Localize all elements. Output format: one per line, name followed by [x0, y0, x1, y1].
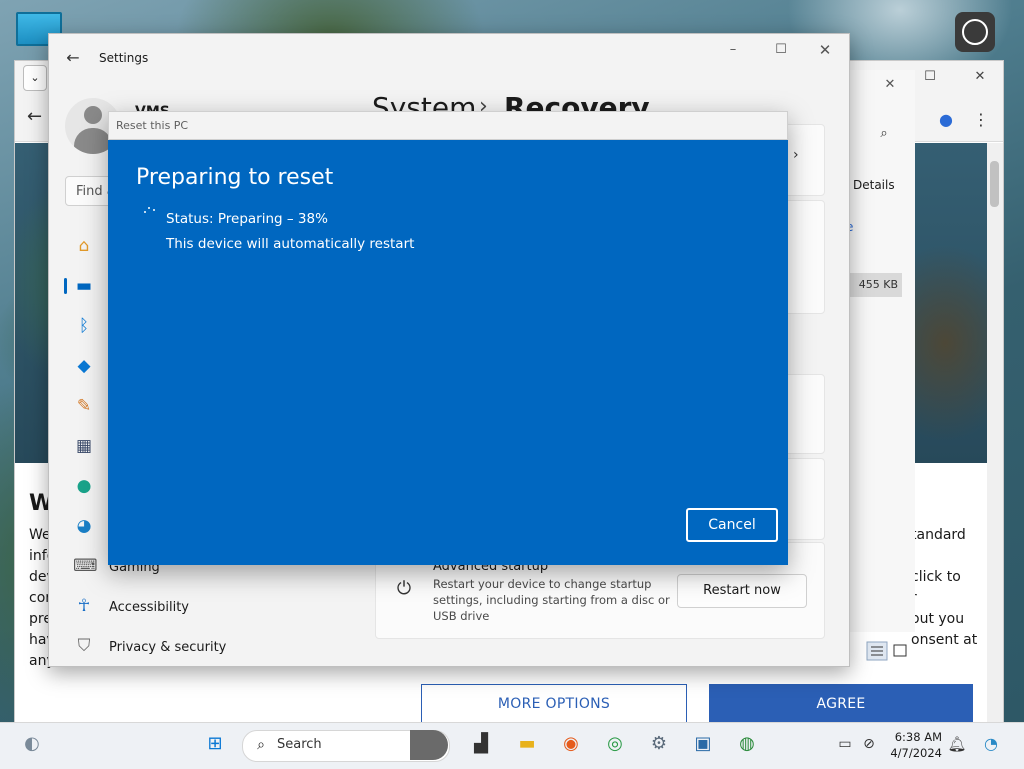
cancel-button[interactable]: Cancel — [686, 508, 778, 542]
more-options-button[interactable]: MORE OPTIONS — [421, 684, 687, 724]
advanced-startup-description: settings, including starting from a disc… — [433, 593, 670, 607]
bluetooth-icon[interactable]: ᛒ — [73, 315, 95, 337]
sidebar-item-privacy-security[interactable]: Privacy & security — [109, 640, 226, 655]
notification-bell-icon[interactable]: 🔔︎ — [944, 731, 970, 757]
chrome-icon[interactable]: ◎ — [602, 731, 628, 757]
firefox-icon[interactable]: ◉ — [558, 731, 584, 757]
search-icon[interactable]: ⌕ — [252, 735, 270, 755]
advanced-startup-description: USB drive — [433, 609, 490, 623]
advanced-startup-description: Restart your device to change startup — [433, 577, 652, 591]
home-icon[interactable]: ⌂ — [73, 235, 95, 257]
restart-note-text: This device will automatically restart — [166, 236, 415, 252]
brush-icon[interactable]: ✎ — [73, 395, 95, 417]
page-scrollbar-thumb[interactable] — [990, 161, 999, 207]
consent-text-fragment: out you — [911, 611, 965, 627]
dialog-title: Reset this PC — [116, 119, 189, 132]
accessibility-icon[interactable]: ☥ — [73, 595, 95, 617]
consent-text-fragment: tandard — [911, 527, 966, 543]
file-window — [848, 70, 915, 632]
restart-now-button[interactable]: Restart now — [677, 574, 807, 608]
wifi-icon[interactable]: ◆ — [73, 355, 95, 377]
browser-close-icon[interactable]: ✕ — [970, 67, 990, 87]
accessibility-overlay-icon[interactable] — [955, 12, 995, 52]
file-window-search-icon[interactable]: ⌕ — [874, 124, 894, 144]
consent-text-fragment: onsent at — [911, 632, 978, 648]
settings-window-title: Settings — [99, 51, 149, 65]
reset-status-text: Status: Preparing – 38% — [166, 211, 328, 227]
nav-selection-indicator — [64, 278, 67, 294]
file-window-details-label[interactable]: Details — [853, 178, 895, 192]
network-icon[interactable]: ▭ — [832, 731, 858, 757]
volume-muted-icon[interactable]: ⊘ — [856, 731, 882, 757]
page-scrollbar[interactable] — [987, 143, 1003, 723]
browser-profile-icon[interactable]: ● — [935, 109, 957, 131]
system-icon[interactable]: ▬ — [73, 275, 95, 297]
browser-maximize-icon[interactable]: ☐ — [920, 67, 940, 87]
globe-app-icon[interactable]: ◍ — [734, 731, 760, 757]
browser-more-icon[interactable]: ⋮ — [973, 109, 989, 131]
dialog-heading: Preparing to reset — [136, 165, 334, 190]
consent-text-fragment: click to — [911, 569, 961, 585]
loading-spinner-icon — [144, 207, 156, 219]
start-windows-icon[interactable]: ⊞ — [202, 731, 228, 757]
dialog-titlebar — [108, 111, 788, 140]
chevron-right-icon[interactable]: › — [793, 146, 807, 164]
taskbar-time[interactable]: 6:38 AM — [890, 730, 942, 744]
taskbar-search-label[interactable]: Search — [277, 737, 322, 752]
search-highlight-image[interactable] — [410, 730, 448, 760]
advanced-startup-icon: ⏻ — [396, 578, 412, 599]
task-view-icon[interactable]: ▟ — [468, 731, 494, 757]
taskbar-date[interactable]: 4/7/2024 — [886, 746, 942, 760]
browser-tab-menu-chevron-icon[interactable]: ⌄ — [23, 65, 47, 91]
list-view-icon[interactable] — [866, 641, 910, 661]
photos-app-icon[interactable]: ▣ — [690, 731, 716, 757]
close-icon[interactable]: ✕ — [815, 40, 835, 60]
sidebar-item-accessibility[interactable]: Accessibility — [109, 600, 189, 615]
globe-clock-icon[interactable]: ◕ — [73, 515, 95, 537]
minimize-icon[interactable]: – — [723, 40, 743, 60]
maximize-icon[interactable]: ☐ — [771, 40, 791, 60]
account-icon[interactable]: ● — [73, 475, 95, 497]
agree-button[interactable]: AGREE — [709, 684, 973, 724]
back-arrow-icon[interactable]: ← — [63, 48, 83, 68]
settings-gear-icon[interactable]: ⚙ — [646, 731, 672, 757]
shield-icon[interactable]: ⛉ — [73, 635, 95, 657]
file-size-label: 455 KB — [850, 273, 902, 297]
reset-pc-dialog: Reset this PC Preparing to reset Status:… — [108, 111, 788, 565]
gamepad-icon[interactable]: ⌨ — [73, 555, 98, 577]
browser-back-icon[interactable]: ← — [27, 107, 47, 127]
file-explorer-icon[interactable]: ▬ — [514, 731, 540, 757]
widgets-icon[interactable]: ◐ — [19, 731, 45, 757]
file-window-close-icon[interactable]: ✕ — [880, 76, 900, 94]
tray-app-icon[interactable]: ◔ — [978, 731, 1004, 757]
apps-icon[interactable]: ▦ — [73, 435, 95, 457]
file-window-view-toggles[interactable] — [866, 641, 910, 661]
